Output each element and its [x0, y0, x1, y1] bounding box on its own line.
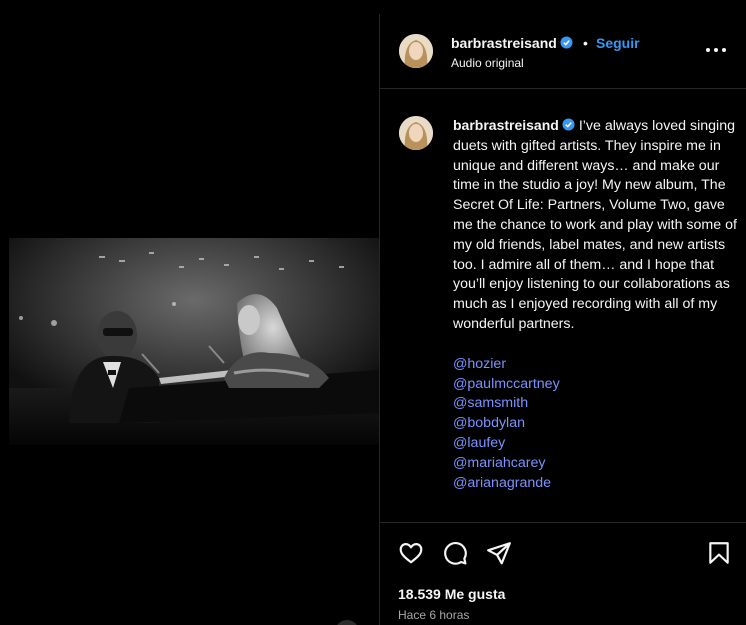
send-icon[interactable]: [486, 540, 512, 566]
author-avatar[interactable]: [399, 34, 433, 68]
verified-badge-icon: [562, 118, 575, 131]
mention-link[interactable]: @hozier: [453, 355, 738, 375]
heart-icon[interactable]: [398, 540, 424, 566]
post-media-panel: [9, 14, 379, 625]
post-photo: [9, 238, 379, 445]
author-username[interactable]: barbrastreisand: [451, 35, 573, 51]
comment-icon[interactable]: [442, 540, 468, 566]
caption-author-avatar[interactable]: [399, 116, 433, 150]
instagram-post-view: barbrastreisand • Seguir Audio original …: [0, 0, 746, 625]
caption-section: barbrastreisand I’ve always loved singing…: [380, 90, 746, 522]
bookmark-icon[interactable]: [706, 540, 732, 566]
post-caption: barbrastreisand I’ve always loved singing…: [453, 116, 738, 493]
actions-divider: [380, 522, 746, 523]
mention-link[interactable]: @samsmith: [453, 394, 738, 414]
likes-count[interactable]: 18.539 Me gusta: [398, 586, 505, 602]
post-header: barbrastreisand • Seguir Audio original: [380, 14, 746, 89]
post-timestamp[interactable]: Hace 6 horas: [398, 608, 469, 622]
more-options-icon[interactable]: [706, 42, 726, 58]
follow-button[interactable]: Seguir: [596, 35, 640, 51]
mention-link[interactable]: @arianagrande: [453, 474, 738, 494]
separator-dot: •: [583, 35, 588, 51]
verified-badge-icon: [560, 36, 573, 49]
mentions-list: @hozier @paulmccartney @samsmith @bobdyl…: [453, 355, 738, 494]
mention-link[interactable]: @mariahcarey: [453, 454, 738, 474]
media-nav-button[interactable]: [335, 620, 359, 625]
post-side-panel: barbrastreisand • Seguir Audio original …: [380, 14, 746, 625]
caption-username[interactable]: barbrastreisand: [453, 117, 575, 133]
mention-link[interactable]: @bobdylan: [453, 414, 738, 434]
caption-text: I’ve always loved singing duets with gif…: [453, 118, 737, 332]
mention-link[interactable]: @laufey: [453, 434, 738, 454]
mention-link[interactable]: @paulmccartney: [453, 375, 738, 395]
audio-label[interactable]: Audio original: [451, 56, 524, 70]
